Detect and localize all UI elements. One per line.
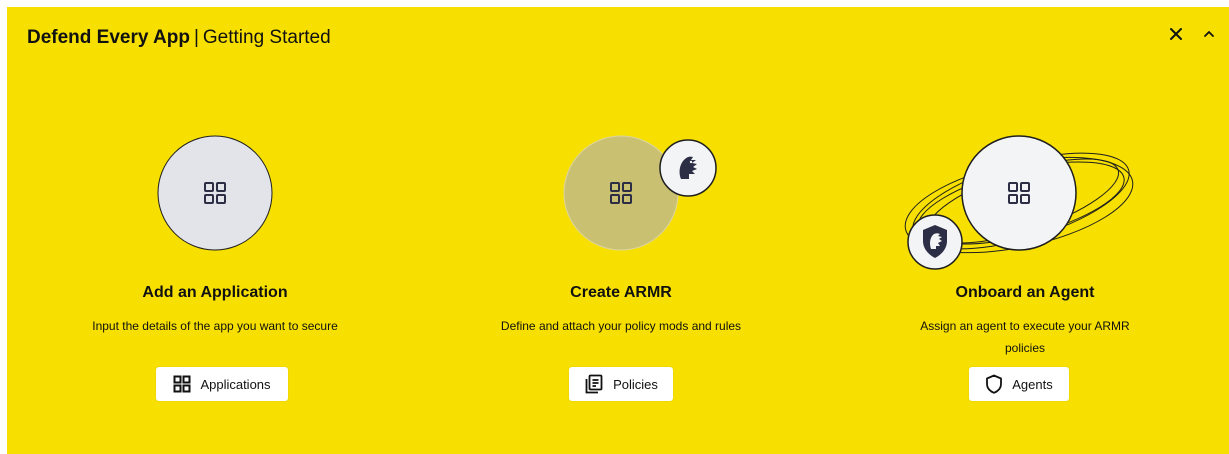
applications-button-label: Applications (200, 376, 271, 392)
close-button[interactable] (1163, 21, 1189, 47)
grid-icon (173, 375, 191, 393)
panel-title: Defend Every App | Getting Started (27, 27, 331, 49)
card-create-armr: Create ARMR Define and attach your polic… (421, 117, 821, 417)
card-title: Add an Application (142, 284, 288, 301)
policies-button[interactable]: Policies (569, 367, 673, 401)
card-description: Define and attach your policy mods and r… (500, 319, 742, 333)
card-title: Onboard an Agent (955, 284, 1095, 301)
panel-title-separator: | (193, 27, 199, 48)
close-icon (1170, 28, 1182, 40)
document-list-icon (584, 374, 604, 394)
card-description: Input the details of the app you want to… (92, 319, 338, 333)
agents-button-label: Agents (1012, 376, 1053, 392)
application-illustration (157, 135, 273, 251)
collapse-button[interactable] (1196, 21, 1222, 47)
panel-title-bold: Defend Every App (27, 27, 190, 48)
card-title: Create ARMR (570, 284, 672, 301)
agent-illustration (904, 135, 1134, 270)
card-add-application: Add an Application Input the details of … (15, 117, 415, 417)
chevron-up-icon (1204, 31, 1214, 37)
armr-illustration (563, 135, 717, 251)
applications-button[interactable]: Applications (156, 367, 288, 401)
shield-icon (985, 374, 1003, 394)
panel-title-subtitle: Getting Started (202, 27, 331, 48)
agents-button[interactable]: Agents (969, 367, 1069, 401)
card-description: Assign an agent to execute your ARMR pol… (920, 319, 1130, 355)
policies-button-label: Policies (613, 376, 658, 392)
card-onboard-agent: Onboard an Agent Assign an agent to exec… (825, 117, 1225, 417)
getting-started-panel: Defend Every App | Getting Started Add an … (7, 7, 1229, 454)
